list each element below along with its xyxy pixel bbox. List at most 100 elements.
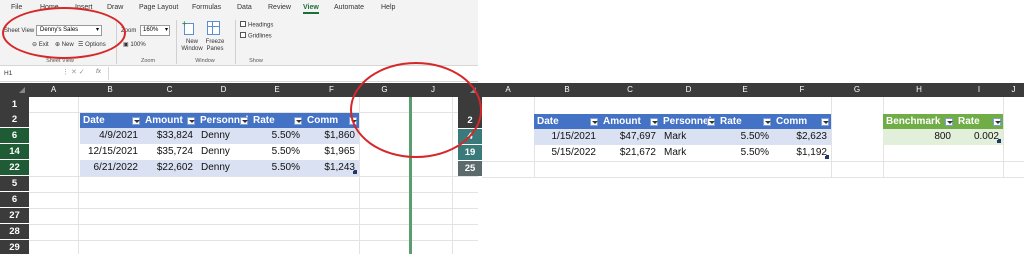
headings-checkbox[interactable]: Headings — [240, 21, 273, 29]
table-cell[interactable]: 6/21/2022 — [80, 160, 142, 176]
table-header-date[interactable]: Date — [534, 114, 600, 130]
column-header-g[interactable]: G — [831, 83, 883, 97]
table-cell[interactable]: 12/15/2021 — [80, 144, 142, 160]
table-cell[interactable]: 800 — [883, 129, 955, 145]
table-header-rate[interactable]: Rate — [250, 113, 304, 129]
tab-help[interactable]: Help — [381, 4, 395, 11]
table-cell[interactable]: 0.002 — [955, 129, 1003, 145]
tab-draw[interactable]: Draw — [107, 4, 123, 11]
filter-dropdown-icon[interactable] — [294, 117, 302, 125]
row-header[interactable]: 28 — [0, 224, 29, 239]
tab-file[interactable]: File — [11, 4, 22, 11]
row-header[interactable]: 6 — [0, 192, 29, 207]
column-header-a[interactable]: A — [29, 83, 78, 97]
table-cell[interactable]: Mark — [660, 129, 717, 145]
column-header-e[interactable]: E — [717, 83, 773, 97]
column-header-h[interactable]: H — [883, 83, 955, 97]
table-cell[interactable]: $33,824 — [142, 128, 197, 144]
column-header-f[interactable]: F — [304, 83, 359, 97]
filter-dropdown-icon[interactable] — [650, 118, 658, 126]
table-header-benchmark[interactable]: Benchmark — [883, 114, 955, 130]
tab-page-layout[interactable]: Page Layout — [139, 4, 178, 11]
table-cell[interactable]: 5.50% — [717, 129, 773, 145]
row-header[interactable]: 1 — [0, 97, 29, 112]
table-cell[interactable]: 5.50% — [250, 128, 304, 144]
zoom-dropdown[interactable]: 160% ▾ — [140, 25, 170, 36]
row-header[interactable]: 29 — [0, 240, 29, 254]
table-cell[interactable]: $1,860 — [304, 128, 359, 144]
filter-dropdown-icon[interactable] — [240, 117, 248, 125]
filter-dropdown-icon[interactable] — [993, 118, 1001, 126]
column-header-f[interactable]: F — [773, 83, 831, 97]
table-header-rate[interactable]: Rate — [717, 114, 773, 130]
row-header[interactable]: 22 — [0, 160, 29, 175]
name-box[interactable]: H1 — [2, 69, 56, 79]
table-cell[interactable]: Denny — [197, 144, 250, 160]
column-header-c[interactable]: C — [142, 83, 197, 97]
table-cell[interactable]: Mark — [660, 145, 717, 161]
table-resize-handle[interactable] — [353, 170, 357, 174]
table-header-comm[interactable]: Comm — [773, 114, 831, 130]
zoom-100-button[interactable]: ▣ 100% — [123, 41, 146, 48]
filter-dropdown-icon[interactable] — [590, 118, 598, 126]
tab-data[interactable]: Data — [237, 4, 252, 11]
row-header[interactable]: 6 — [0, 128, 29, 143]
filter-dropdown-icon[interactable] — [707, 118, 715, 126]
row-header[interactable]: 25 — [458, 161, 482, 176]
filter-dropdown-icon[interactable] — [187, 117, 195, 125]
table-header-rate[interactable]: Rate — [955, 114, 1003, 130]
table-cell[interactable]: 1/15/2021 — [534, 129, 600, 145]
table-cell[interactable]: $1,243 — [304, 160, 359, 176]
row-header[interactable]: 19 — [458, 145, 482, 160]
table-header-personnel[interactable]: Personnel — [660, 114, 717, 130]
table-header-date[interactable]: Date — [80, 113, 142, 129]
column-header-j[interactable]: J — [1003, 83, 1024, 97]
tab-view[interactable]: View — [303, 4, 319, 14]
row-header[interactable]: 14 — [0, 144, 29, 159]
table-cell[interactable]: 4/9/2021 — [80, 128, 142, 144]
table-cell[interactable]: $21,672 — [600, 145, 660, 161]
tab-formulas[interactable]: Formulas — [192, 4, 221, 11]
table-resize-handle[interactable] — [825, 155, 829, 159]
table-cell[interactable]: 5.50% — [250, 160, 304, 176]
row-header[interactable]: 5 — [0, 176, 29, 191]
annotation-circle-sheet-view — [2, 7, 126, 59]
table-header-personnel[interactable]: Personnel — [197, 113, 250, 129]
tab-review[interactable]: Review — [268, 4, 291, 11]
new-window-button[interactable]: New Window — [180, 39, 204, 53]
table-cell[interactable]: $47,697 — [600, 129, 660, 145]
table-resize-handle[interactable] — [997, 139, 1001, 143]
tab-automate[interactable]: Automate — [334, 4, 364, 11]
column-header-i[interactable]: I — [955, 83, 1003, 97]
filter-dropdown-icon[interactable] — [132, 117, 140, 125]
filter-dropdown-icon[interactable] — [945, 118, 953, 126]
freeze-panes-button[interactable]: Freeze Panes — [202, 39, 228, 53]
table-cell[interactable]: $1,965 — [304, 144, 359, 160]
column-header-b[interactable]: B — [534, 83, 600, 97]
table-header-amount[interactable]: Amount — [142, 113, 197, 129]
freeze-panes-icon — [207, 21, 220, 35]
table-cell[interactable]: 5.50% — [250, 144, 304, 160]
column-header-a[interactable]: A — [482, 83, 534, 97]
gridlines-checkbox[interactable]: Gridlines — [240, 32, 272, 40]
table-cell[interactable]: 5.50% — [717, 145, 773, 161]
table-header-amount[interactable]: Amount — [600, 114, 660, 130]
table-cell[interactable]: 5/15/2022 — [534, 145, 600, 161]
column-header-b[interactable]: B — [78, 83, 142, 97]
select-all-icon[interactable] — [19, 87, 25, 93]
filter-dropdown-icon[interactable] — [763, 118, 771, 126]
row-header[interactable]: 27 — [0, 208, 29, 223]
table-cell[interactable]: Denny — [197, 128, 250, 144]
filter-dropdown-icon[interactable] — [821, 118, 829, 126]
zoom-100-label: 100% — [130, 42, 146, 48]
column-header-d[interactable]: D — [660, 83, 717, 97]
column-header-e[interactable]: E — [250, 83, 304, 97]
table-cell[interactable]: $22,602 — [142, 160, 197, 176]
table-cell[interactable]: $1,192 — [773, 145, 831, 161]
column-header-c[interactable]: C — [600, 83, 660, 97]
table-cell[interactable]: $2,623 — [773, 129, 831, 145]
row-header[interactable]: 2 — [0, 112, 29, 127]
column-header-d[interactable]: D — [197, 83, 250, 97]
table-cell[interactable]: Denny — [197, 160, 250, 176]
table-cell[interactable]: $35,724 — [142, 144, 197, 160]
